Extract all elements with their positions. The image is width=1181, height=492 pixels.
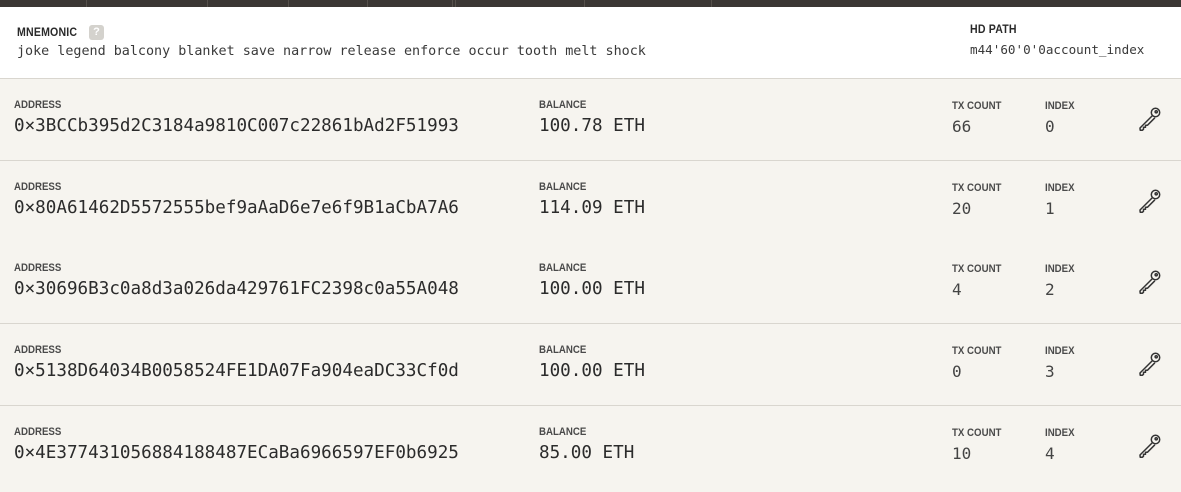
account-balance: 100.00 ETH — [539, 361, 645, 381]
index-label: INDEX — [1045, 263, 1075, 275]
hd-path-label: HD PATH — [970, 24, 1017, 36]
account-row: ADDRESS 0×80A61462D5572555bef9aAaD6e7e6f9… — [0, 161, 1181, 243]
index-label: INDEX — [1045, 100, 1075, 112]
account-index: 1 — [1045, 199, 1055, 218]
account-tx-count: 66 — [952, 117, 972, 136]
account-index: 4 — [1045, 444, 1055, 463]
balance-label: BALANCE — [539, 262, 587, 274]
account-address: 0×4E377431056884188487ECaBa6966597EF0b69… — [14, 443, 459, 463]
nav-segment[interactable] — [456, 0, 585, 7]
account-index: 2 — [1045, 280, 1055, 299]
account-row: ADDRESS 0×3BCCb395d2C3184a9810C007c22861b… — [0, 79, 1181, 161]
nav-segment[interactable] — [289, 0, 368, 7]
account-index: 0 — [1045, 117, 1055, 136]
top-nav-bar — [0, 0, 1181, 7]
account-balance: 100.00 ETH — [539, 279, 645, 299]
help-icon[interactable]: ? — [89, 25, 104, 40]
tx-count-label: TX COUNT — [952, 427, 1002, 439]
account-tx-count: 20 — [952, 199, 972, 218]
key-icon[interactable] — [1135, 105, 1163, 133]
account-address: 0×80A61462D5572555bef9aAaD6e7e6f9B1aCbA7… — [14, 198, 459, 218]
account-address: 0×3BCCb395d2C3184a9810C007c22861bAd2F519… — [14, 116, 459, 136]
account-index: 3 — [1045, 362, 1055, 381]
account-tx-count: 10 — [952, 444, 972, 463]
tx-count-label: TX COUNT — [952, 182, 1002, 194]
list-continuation — [0, 487, 1181, 492]
address-label: ADDRESS — [14, 99, 62, 111]
address-label: ADDRESS — [14, 426, 62, 438]
account-balance: 100.78 ETH — [539, 116, 645, 136]
account-address: 0×5138D64034B0058524FE1DA07Fa904eaDC33Cf… — [14, 361, 459, 381]
address-label: ADDRESS — [14, 181, 62, 193]
index-label: INDEX — [1045, 427, 1075, 439]
account-address: 0×30696B3c0a8d3a026da429761FC2398c0a55A0… — [14, 279, 459, 299]
tx-count-label: TX COUNT — [952, 263, 1002, 275]
nav-segment[interactable] — [368, 0, 453, 7]
account-tx-count: 4 — [952, 280, 962, 299]
key-icon[interactable] — [1135, 350, 1163, 378]
wallet-header: MNEMONIC ? joke legend balcony blanket s… — [0, 7, 1181, 79]
balance-label: BALANCE — [539, 344, 587, 356]
balance-label: BALANCE — [539, 181, 587, 193]
address-label: ADDRESS — [14, 262, 62, 274]
account-balance: 85.00 ETH — [539, 443, 635, 463]
balance-label: BALANCE — [539, 426, 587, 438]
address-label: ADDRESS — [14, 344, 62, 356]
account-row: ADDRESS 0×5138D64034B0058524FE1DA07Fa904e… — [0, 324, 1181, 406]
index-label: INDEX — [1045, 345, 1075, 357]
key-icon[interactable] — [1135, 432, 1163, 460]
tx-count-label: TX COUNT — [952, 345, 1002, 357]
account-row: ADDRESS 0×30696B3c0a8d3a026da429761FC2398… — [0, 242, 1181, 324]
key-icon[interactable] — [1135, 268, 1163, 296]
account-row: ADDRESS 0×4E377431056884188487ECaBa696659… — [0, 406, 1181, 488]
mnemonic-label: MNEMONIC — [17, 27, 78, 39]
nav-segment[interactable] — [87, 0, 208, 7]
index-label: INDEX — [1045, 182, 1075, 194]
tx-count-label: TX COUNT — [952, 100, 1002, 112]
key-icon[interactable] — [1135, 187, 1163, 215]
nav-segment[interactable] — [585, 0, 712, 7]
mnemonic-phrase: joke legend balcony blanket save narrow … — [17, 44, 646, 59]
balance-label: BALANCE — [539, 99, 587, 111]
account-tx-count: 0 — [952, 362, 962, 381]
nav-segment[interactable] — [0, 0, 87, 7]
nav-segment[interactable] — [208, 0, 289, 7]
account-balance: 114.09 ETH — [539, 198, 645, 218]
hd-path-value: m44'60'0'0account_index — [970, 42, 1145, 57]
